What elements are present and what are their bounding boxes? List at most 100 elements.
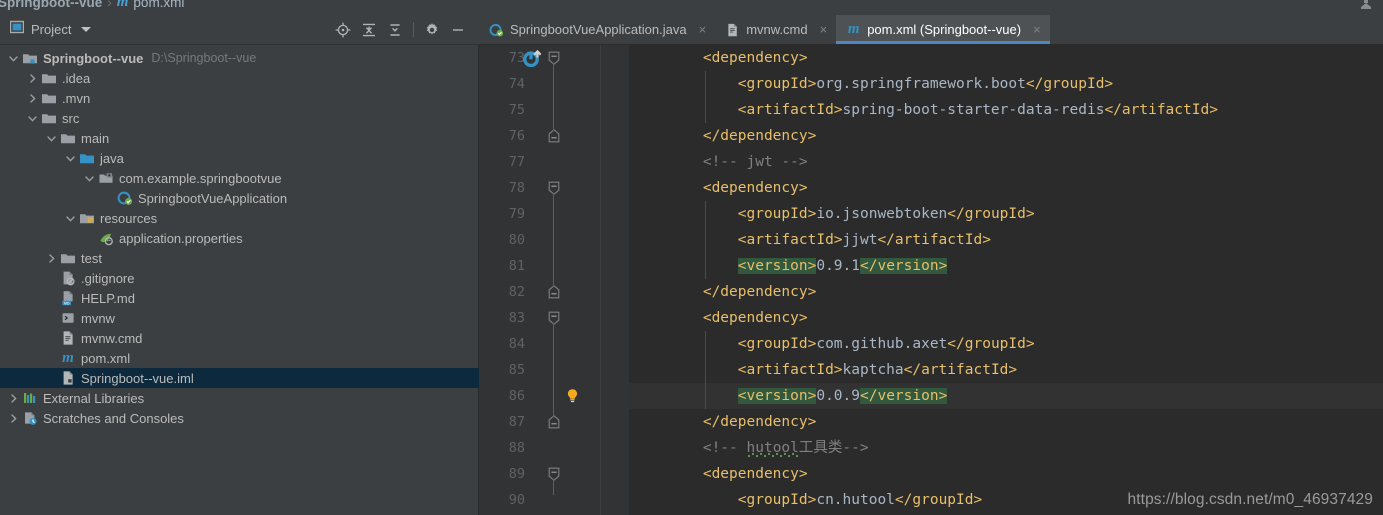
- chevron-down-icon[interactable]: [84, 173, 95, 184]
- project-tree[interactable]: Springboot--vue D:\Springboot--vue .idea .m…: [0, 45, 479, 515]
- scratches-icon: [22, 410, 38, 426]
- project-title-button[interactable]: Project: [0, 20, 330, 39]
- maximize-icon[interactable]: [1357, 0, 1375, 14]
- breadcrumb-file[interactable]: pom.xml: [133, 0, 184, 10]
- code-token: <!-- jwt -->: [702, 154, 808, 170]
- tree-item-idea[interactable]: .idea: [0, 68, 479, 88]
- code-line[interactable]: <dependency>: [629, 45, 1383, 71]
- gutter-row: 82: [479, 279, 629, 305]
- code-line[interactable]: <artifactId>kaptcha</artifactId>: [629, 357, 1383, 383]
- tree-item-external-libraries[interactable]: External Libraries: [0, 388, 479, 408]
- chevron-down-icon[interactable]: [8, 53, 19, 64]
- line-number: 75: [508, 102, 525, 118]
- cmd-file-icon: [725, 22, 740, 37]
- code-line[interactable]: <groupId>io.jsonwebtoken</groupId>: [629, 201, 1383, 227]
- tree-item-label: main: [81, 130, 110, 146]
- tree-item-mvn[interactable]: .mvn: [0, 88, 479, 108]
- code-line[interactable]: <dependency>: [629, 305, 1383, 331]
- editor-tab-mvnw.cmd[interactable]: mvnw.cmd ×: [715, 15, 837, 44]
- code-token: <dependency>: [702, 310, 808, 326]
- locate-file-icon[interactable]: [330, 17, 356, 43]
- chevron-right-icon[interactable]: [27, 93, 38, 104]
- hide-panel-icon[interactable]: [445, 17, 471, 43]
- fold-end-icon[interactable]: [546, 123, 562, 149]
- tree-item-gitignore[interactable]: .gitignore: [0, 268, 479, 288]
- close-icon[interactable]: ×: [699, 23, 707, 36]
- chevron-right-icon[interactable]: [8, 413, 19, 424]
- project-panel-header: Project: [0, 15, 479, 45]
- expand-all-icon[interactable]: [382, 17, 408, 43]
- code-line[interactable]: <version>0.0.9</version>: [629, 383, 1383, 409]
- code-token: <groupId>: [737, 206, 817, 222]
- tree-item-java[interactable]: java: [0, 148, 479, 168]
- tree-item-resources[interactable]: resources: [0, 208, 479, 228]
- folder-icon: [41, 90, 57, 106]
- fold-start-icon[interactable]: [546, 461, 562, 487]
- code-line[interactable]: <dependency>: [629, 461, 1383, 487]
- fold-start-icon[interactable]: [546, 305, 562, 331]
- tree-item-test[interactable]: test: [0, 248, 479, 268]
- indent-guide: [704, 201, 706, 279]
- code-line[interactable]: <artifactId>spring-boot-starter-data-red…: [629, 97, 1383, 123]
- code-line[interactable]: <groupId>com.github.axet</groupId>: [629, 331, 1383, 357]
- tree-item-pom-xml[interactable]: m pom.xml: [0, 348, 479, 368]
- resources-folder-icon: [79, 210, 95, 226]
- fold-start-icon[interactable]: [546, 175, 562, 201]
- line-number: 76: [508, 128, 525, 144]
- tree-item-help-md[interactable]: MD HELP.md: [0, 288, 479, 308]
- code-line[interactable]: </dependency>: [629, 279, 1383, 305]
- tree-item-scratches-and-consoles[interactable]: Scratches and Consoles: [0, 408, 479, 428]
- project-window-icon: [9, 20, 25, 39]
- code-content[interactable]: <dependency> <groupId>org.springframewor…: [629, 45, 1383, 515]
- close-icon[interactable]: ×: [820, 23, 828, 36]
- code-line[interactable]: <!-- hutool工具类-->: [629, 435, 1383, 461]
- code-token: <version>: [737, 388, 817, 404]
- code-line[interactable]: <artifactId>jjwt</artifactId>: [629, 227, 1383, 253]
- tree-item-main[interactable]: main: [0, 128, 479, 148]
- chevron-right-icon[interactable]: [46, 253, 57, 264]
- chevron-right-icon[interactable]: [8, 393, 19, 404]
- code-token: hutool: [746, 440, 799, 456]
- collapse-all-icon[interactable]: [356, 17, 382, 43]
- tree-item-src[interactable]: src: [0, 108, 479, 128]
- tree-item-mvnw[interactable]: mvnw: [0, 308, 479, 328]
- code-line[interactable]: <!-- jwt -->: [629, 149, 1383, 175]
- chevron-right-icon[interactable]: [27, 73, 38, 84]
- chevron-down-icon[interactable]: [65, 213, 76, 224]
- code-line[interactable]: </dependency>: [629, 409, 1383, 435]
- chevron-down-icon[interactable]: [27, 113, 38, 124]
- gutter-row: 79: [479, 201, 629, 227]
- code-line[interactable]: <groupId>org.springframework.boot</group…: [629, 71, 1383, 97]
- editor-gutter[interactable]: 73 74 75 76 77 78 79 80 81 82 83 84 85 86 87 88 89 90: [479, 45, 629, 515]
- tree-item-com-example-springbootvue[interactable]: com.example.springbootvue: [0, 168, 479, 188]
- chevron-down-icon[interactable]: [81, 27, 92, 32]
- code-line[interactable]: </dependency>: [629, 123, 1383, 149]
- fold-end-icon[interactable]: [546, 279, 562, 305]
- editor-tab-springbootvueapplication.java[interactable]: SpringbootVueApplication.java ×: [479, 15, 716, 44]
- indent-guide: [704, 71, 706, 123]
- tree-item-springboot-vue[interactable]: Springboot--vue D:\Springboot--vue: [0, 48, 479, 68]
- close-icon[interactable]: ×: [1033, 23, 1041, 36]
- maven-reload-icon[interactable]: [521, 48, 542, 68]
- code-token: </dependency>: [702, 414, 817, 430]
- line-number: 89: [508, 466, 525, 482]
- fold-end-icon[interactable]: [546, 409, 562, 435]
- chevron-down-icon[interactable]: [46, 133, 57, 144]
- code-line[interactable]: <dependency>: [629, 175, 1383, 201]
- code-line[interactable]: <version>0.9.1</version>: [629, 253, 1383, 279]
- tree-item-application-properties[interactable]: application.properties: [0, 228, 479, 248]
- code-token: com.github.axet: [816, 336, 948, 352]
- editor-tabbar: SpringbootVueApplication.java × mvnw.cmd × m…: [479, 15, 1383, 45]
- editor-tab-pom.xml[interactable]: m pom.xml (Springboot--vue) ×: [836, 15, 1051, 44]
- fold-start-icon[interactable]: [546, 45, 562, 71]
- tree-item-mvnw-cmd[interactable]: mvnw.cmd: [0, 328, 479, 348]
- project-tool-window: Project Springboot--vue D:\Springboot--v…: [0, 15, 479, 515]
- line-number: 83: [508, 310, 525, 326]
- breadcrumb-project[interactable]: Springboot--vue: [0, 0, 102, 10]
- intention-bulb-icon[interactable]: [565, 388, 580, 404]
- tree-item-springboot-vue-iml[interactable]: Springboot--vue.iml: [0, 368, 479, 388]
- chevron-down-icon[interactable]: [65, 153, 76, 164]
- settings-gear-icon[interactable]: [419, 17, 445, 43]
- tree-item-springbootvueapplication[interactable]: SpringbootVueApplication: [0, 188, 479, 208]
- code-line[interactable]: <groupId>cn.hutool</groupId>: [629, 487, 1383, 513]
